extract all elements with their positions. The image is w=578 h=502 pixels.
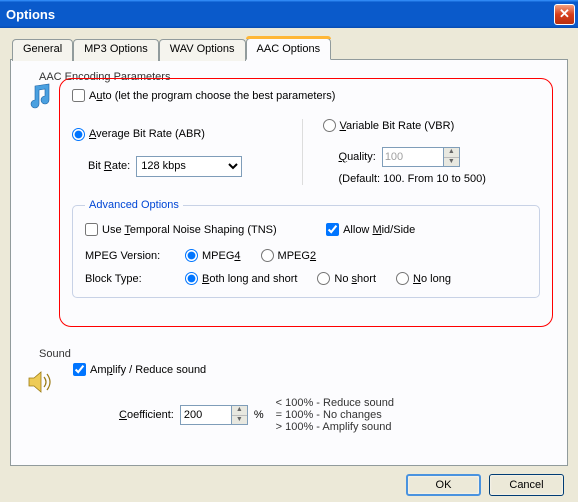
tab-mp3[interactable]: MP3 Options: [73, 39, 159, 61]
vbr-radio-input[interactable]: [323, 119, 336, 132]
amplify-checkbox-input[interactable]: [73, 363, 86, 376]
quality-label: Quality:: [339, 151, 376, 163]
dialog-buttons: OK Cancel: [10, 466, 568, 496]
mpeg4-radio-input[interactable]: [185, 249, 198, 262]
aac-highlighted-box: Auto (let the program choose the best pa…: [59, 78, 553, 327]
mpeg2-radio-input[interactable]: [261, 249, 274, 262]
block-type-label: Block Type:: [85, 273, 185, 285]
coefficient-label: Coefficient:: [119, 409, 174, 421]
tab-strip: General MP3 Options WAV Options AAC Opti…: [10, 38, 568, 60]
mpeg4-radio[interactable]: MPEG4: [185, 249, 241, 262]
mpeg2-radio[interactable]: MPEG2: [261, 249, 317, 262]
mpeg-version-label: MPEG Version:: [85, 250, 185, 262]
quality-input[interactable]: [382, 147, 444, 167]
tab-general[interactable]: General: [12, 39, 73, 61]
auto-checkbox[interactable]: Auto (let the program choose the best pa…: [72, 89, 335, 102]
coef-down[interactable]: ▼: [232, 415, 247, 424]
dialog-body: General MP3 Options WAV Options AAC Opti…: [0, 28, 578, 502]
window-title: Options: [6, 7, 554, 22]
block-both-radio-input[interactable]: [185, 272, 198, 285]
auto-checkbox-input[interactable]: [72, 89, 85, 102]
tab-aac[interactable]: AAC Options: [246, 38, 332, 60]
quality-spinner[interactable]: ▲▼: [382, 147, 460, 167]
advanced-options-group: Advanced Options Use Temporal Noise Shap…: [72, 199, 540, 298]
tab-content: AAC Encoding Parameters Auto (let the pr…: [10, 59, 568, 466]
close-button[interactable]: ✕: [554, 4, 575, 25]
abr-radio-input[interactable]: [72, 128, 85, 141]
tab-wav[interactable]: WAV Options: [159, 39, 246, 61]
speaker-icon: [25, 367, 59, 397]
block-nolong-radio-input[interactable]: [396, 272, 409, 285]
midside-checkbox[interactable]: Allow Mid/Side: [326, 223, 415, 236]
block-both-radio[interactable]: Both long and short: [185, 272, 297, 285]
tns-checkbox[interactable]: Use Temporal Noise Shaping (TNS): [85, 223, 277, 236]
quality-up[interactable]: ▲: [444, 148, 459, 157]
abr-radio[interactable]: Average Bit Rate (ABR): [72, 128, 205, 141]
midside-checkbox-input[interactable]: [326, 223, 339, 236]
coefficient-input[interactable]: [180, 405, 232, 425]
coefficient-spinner[interactable]: ▲▼: [180, 405, 248, 425]
quality-help: (Default: 100. From 10 to 500): [339, 173, 541, 185]
coef-up[interactable]: ▲: [232, 406, 247, 415]
percent-label: %: [254, 409, 264, 421]
vbr-radio[interactable]: Variable Bit Rate (VBR): [323, 119, 455, 132]
sound-legend: Sound: [35, 348, 75, 360]
quality-down[interactable]: ▼: [444, 157, 459, 166]
bitrate-label: Bit Rate:: [88, 160, 130, 172]
title-bar: Options ✕: [0, 0, 578, 28]
aac-params-group: AAC Encoding Parameters Auto (let the pr…: [25, 72, 553, 341]
advanced-legend: Advanced Options: [85, 199, 183, 211]
tns-checkbox-input[interactable]: [85, 223, 98, 236]
block-noshort-radio[interactable]: No short: [317, 272, 376, 285]
bitrate-select[interactable]: 128 kbps: [136, 156, 242, 177]
amplify-checkbox[interactable]: Amplify / Reduce sound: [73, 363, 206, 376]
ok-button[interactable]: OK: [406, 474, 481, 496]
sound-group: Sound Amplify / Reduce sound: [25, 349, 553, 433]
music-note-icon: [25, 82, 59, 112]
block-noshort-radio-input[interactable]: [317, 272, 330, 285]
block-nolong-radio[interactable]: No long: [396, 272, 451, 285]
coefficient-help: < 100% - Reduce sound = 100% - No change…: [276, 397, 394, 433]
cancel-button[interactable]: Cancel: [489, 474, 564, 496]
